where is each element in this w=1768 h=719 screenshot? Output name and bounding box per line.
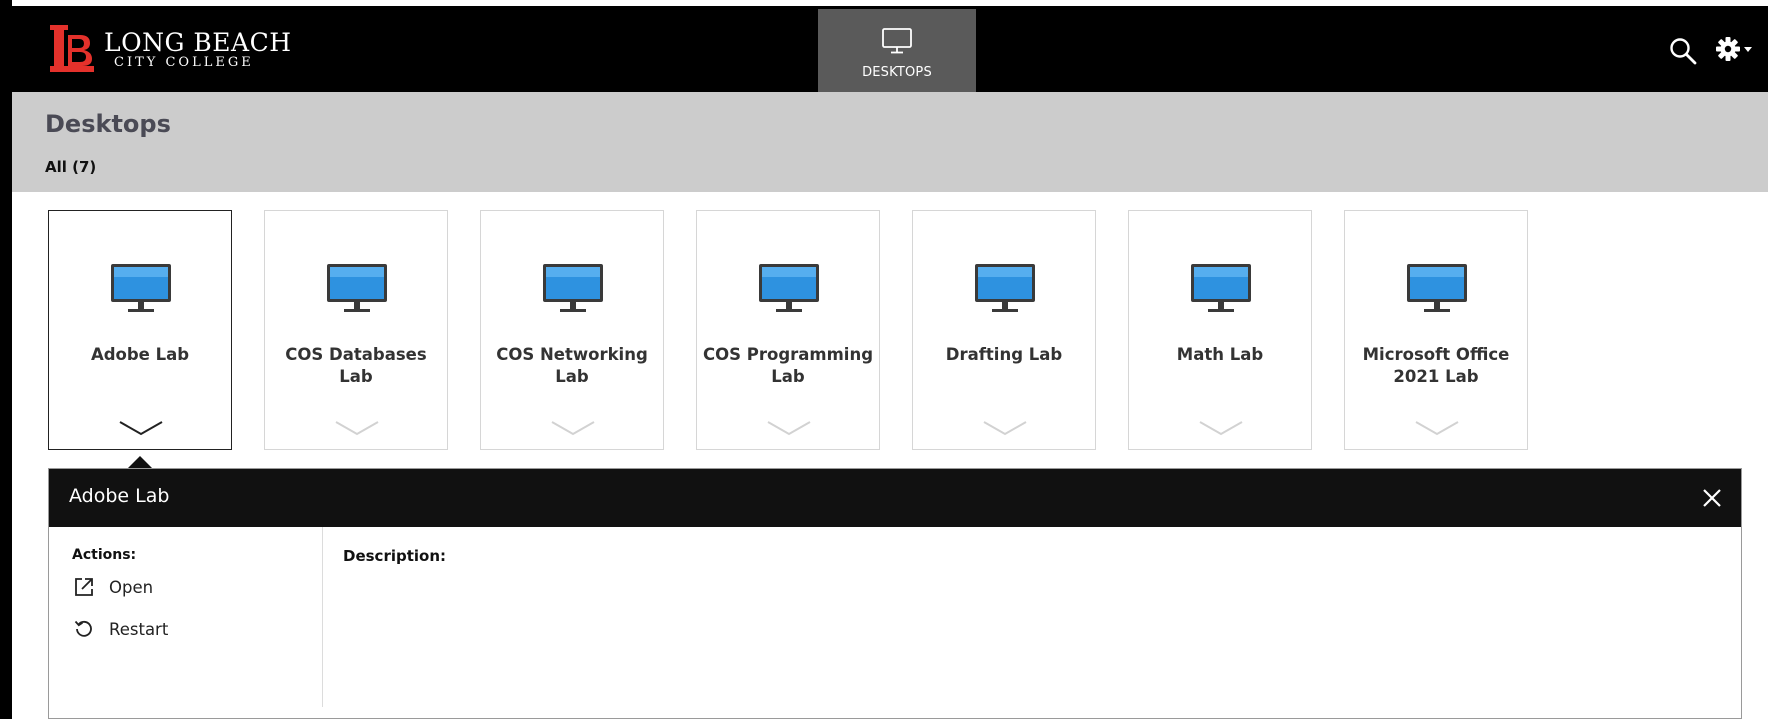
desktop-tile[interactable]: Microsoft Office 2021 Lab <box>1344 210 1528 450</box>
top-bar: LONG BEACH CITY COLLEGE DESKTOPS <box>12 6 1768 92</box>
desktop-tile[interactable]: COS Programming Lab <box>696 210 880 450</box>
gear-icon <box>1716 37 1740 61</box>
desktop-tile[interactable]: Math Lab <box>1128 210 1312 450</box>
desktop-tile[interactable]: COS Networking Lab <box>480 210 664 450</box>
monitor-icon <box>882 28 912 54</box>
desktop-tile[interactable]: Drafting Lab <box>912 210 1096 450</box>
desktop-monitor-icon <box>1191 264 1251 312</box>
external-link-icon <box>75 578 93 596</box>
logo-line-2: CITY COLLEGE <box>114 55 254 70</box>
restart-action[interactable]: Restart <box>73 615 168 643</box>
restart-icon <box>74 620 92 637</box>
desktop-monitor-icon <box>975 264 1035 312</box>
desktop-tile-label: Adobe Lab <box>90 345 190 364</box>
page-header: Desktops All (7) <box>12 92 1768 192</box>
chevron-down-icon <box>1415 421 1459 436</box>
desktop-tile[interactable]: COS Databases Lab <box>264 210 448 450</box>
logo-text: LONG BEACH CITY COLLEGE <box>104 30 292 70</box>
chevron-down-icon <box>767 421 811 436</box>
desktop-tile-label: COS Programming Lab <box>703 345 874 386</box>
search-icon <box>1670 38 1697 65</box>
desktop-monitor-icon <box>1407 264 1467 312</box>
open-action-label: Open <box>109 577 154 597</box>
detail-panel-title: Adobe Lab <box>69 485 170 507</box>
filter-all-link[interactable]: All (7) <box>45 158 96 176</box>
chevron-down-icon <box>1199 421 1243 436</box>
desktop-tile-label: COS Databases Lab <box>285 345 427 386</box>
detail-panel-header: Adobe Lab <box>49 469 1741 527</box>
restart-action-label: Restart <box>109 619 169 639</box>
desktop-tile-label: COS Networking Lab <box>496 345 648 386</box>
desktop-tile-label: Drafting Lab <box>945 345 1063 364</box>
caret-down-icon <box>1744 47 1752 52</box>
panel-pointer-arrow <box>128 456 152 468</box>
open-action[interactable]: Open <box>73 573 153 601</box>
nav-tab-label: DESKTOPS <box>862 65 932 80</box>
close-panel-button[interactable] <box>1699 485 1725 511</box>
chevron-down-icon <box>551 421 595 436</box>
page-title: Desktops <box>45 110 171 138</box>
desktop-monitor-icon <box>759 264 819 312</box>
chevron-down-icon <box>983 421 1027 436</box>
chevron-down-icon <box>335 421 379 436</box>
settings-menu-button[interactable] <box>1715 33 1753 65</box>
description-label: Description: <box>343 547 447 565</box>
detail-panel-body: Actions: Open Restart Description: <box>49 527 1741 719</box>
lbcc-monogram-icon <box>50 25 94 72</box>
lbcc-logo[interactable]: LONG BEACH CITY COLLEGE <box>48 20 292 80</box>
chevron-down-icon <box>119 421 163 436</box>
desktop-tile[interactable]: Adobe Lab <box>48 210 232 450</box>
desktop-tile-label: Math Lab <box>1176 345 1264 364</box>
close-icon <box>1703 489 1721 507</box>
desktop-detail-panel: Adobe Lab Actions: Open Restart Descript… <box>48 468 1742 719</box>
actions-column: Actions: Open Restart <box>49 527 323 707</box>
logo-line-1: LONG BEACH <box>104 28 292 57</box>
desktop-tile-label: Microsoft Office 2021 Lab <box>1362 345 1510 386</box>
desktop-monitor-icon <box>327 264 387 312</box>
desktop-monitor-icon <box>111 264 171 312</box>
app-window: LONG BEACH CITY COLLEGE DESKTOPS Desktop… <box>12 6 1768 719</box>
search-button[interactable] <box>1668 36 1698 66</box>
nav-tab-desktops[interactable]: DESKTOPS <box>818 9 976 92</box>
window-left-edge <box>0 0 12 719</box>
actions-label: Actions: <box>72 547 137 563</box>
desktop-monitor-icon <box>543 264 603 312</box>
